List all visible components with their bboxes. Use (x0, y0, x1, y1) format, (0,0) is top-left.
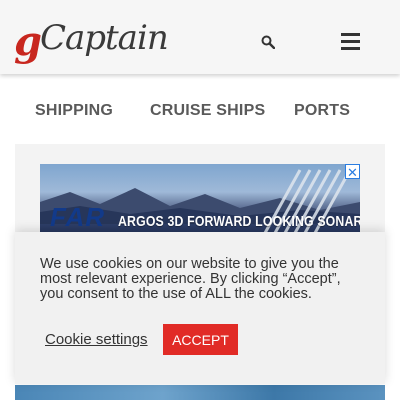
nav-item-shipping[interactable]: SHIPPING (35, 102, 113, 120)
nav-item-ports[interactable]: PORTS (294, 102, 350, 120)
hamburger-bar (341, 40, 360, 43)
nav-item-cruise-ships[interactable]: CRUISE SHIPS (150, 102, 265, 120)
ad-brand-logo: FAR (50, 202, 105, 232)
search-icon (261, 35, 275, 49)
ad-close-icon[interactable]: ✕ (345, 164, 360, 180)
gcaptain-logo[interactable]: g Captain (14, 14, 169, 65)
logo-initial: g (14, 18, 42, 65)
site-header: g Captain (0, 0, 400, 74)
hamburger-bar (341, 47, 360, 50)
cookie-message: We use cookies on our website to give yo… (40, 256, 341, 302)
ad-headline: ARGOS 3D FORWARD LOOKING SONAR (118, 213, 360, 230)
cookie-consent-banner: We use cookies on our website to give yo… (15, 232, 385, 384)
hamburger-menu-icon (341, 33, 360, 36)
main-nav: SHIPPING CRUISE SHIPS PORTS (0, 74, 400, 146)
accept-cookies-button[interactable]: ACCEPT (163, 324, 238, 355)
cookie-settings-link[interactable]: Cookie settings (45, 331, 148, 348)
article-hero-image[interactable] (15, 385, 385, 400)
search-button[interactable] (256, 30, 280, 54)
hamburger-menu-button[interactable] (338, 30, 364, 52)
logo-text: Captain (39, 18, 169, 58)
